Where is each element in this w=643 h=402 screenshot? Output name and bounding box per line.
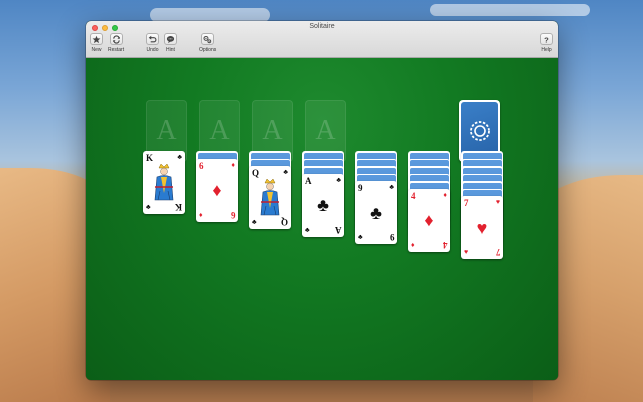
- card-suit-icon: ♦: [199, 211, 203, 219]
- help-icon: ?: [544, 35, 549, 44]
- playing-card[interactable]: 9 ♣ ♣ 9 ♣: [355, 181, 397, 244]
- card-rank: 9: [358, 183, 363, 193]
- card-rank: 7: [495, 247, 501, 257]
- new-tool[interactable]: New: [90, 33, 103, 53]
- queen-figure-icon: [260, 178, 280, 216]
- cloud: [430, 4, 590, 16]
- card-suit-icon: ♦: [231, 161, 235, 169]
- help-button[interactable]: ?: [540, 33, 553, 45]
- card-center-suit-icon: ♣: [317, 195, 329, 215]
- undo-icon: [148, 35, 157, 42]
- playing-card[interactable]: A ♣ ♣ A ♣: [302, 173, 344, 237]
- card-rank: 4: [411, 190, 416, 201]
- card-center-suit-icon: ♥: [476, 217, 488, 238]
- foundation-label: A: [156, 115, 177, 146]
- playing-card[interactable]: 4 ♦ ♦ 4 ♦: [408, 188, 450, 252]
- card-suit-icon: ♣: [358, 234, 363, 241]
- card-center-suit-icon: ♦: [424, 210, 434, 230]
- card-center-suit-icon: ♣: [370, 202, 382, 223]
- hint-button[interactable]: [164, 33, 177, 45]
- playing-card[interactable]: Q ♣ ♣ Q: [249, 166, 291, 229]
- card-rank: 7: [464, 198, 469, 208]
- options-label: Options: [199, 47, 217, 53]
- help-tool[interactable]: ? Help: [540, 33, 553, 53]
- card-suit-icon: ♣: [336, 176, 341, 184]
- window-title: Solitaire: [309, 23, 335, 30]
- help-label: Help: [541, 47, 552, 53]
- solitaire-window: Solitaire New Restart Undo Hint Options …: [86, 21, 558, 380]
- hint-tool[interactable]: Hint: [164, 33, 177, 53]
- card-rank: Q: [280, 217, 288, 227]
- titlebar: Solitaire New Restart Undo Hint Options …: [86, 21, 558, 58]
- undo-button[interactable]: [146, 33, 159, 45]
- undo-tool[interactable]: Undo: [146, 33, 159, 53]
- card-rank: A: [334, 224, 342, 235]
- card-suit-icon: ♥: [495, 199, 500, 206]
- card-back-emblem-icon: [469, 121, 490, 141]
- card-suit-icon: ♣: [177, 154, 182, 161]
- hint-label: Hint: [166, 47, 175, 53]
- card-suit-icon: ♥: [464, 249, 469, 256]
- game-table: A A A A K ♣ ♣ K 6 ♦ ♦ 6 ♦ Q ♣ ♣ Q A ♣ ♣ A ♣ 9 ♣ ♣ 9 ♣ 4 ♦ ♦ 4 ♦ 7 ♥ ♥ 7…: [86, 58, 558, 380]
- card-suit-icon: ♣: [146, 204, 151, 211]
- star-icon: [92, 35, 101, 43]
- card-rank: 6: [199, 160, 204, 171]
- undo-label: Undo: [146, 47, 159, 53]
- foundation-label: A: [315, 115, 336, 146]
- restart-icon: [112, 34, 120, 44]
- new-label: New: [91, 47, 102, 53]
- card-center-suit-icon: ♦: [212, 180, 222, 200]
- card-rank: K: [174, 202, 182, 212]
- restart-button[interactable]: [109, 33, 123, 45]
- foundation-label: A: [209, 115, 230, 146]
- playing-card[interactable]: K ♣ ♣ K: [143, 151, 185, 214]
- options-button[interactable]: [201, 33, 215, 45]
- svg-text:?: ?: [544, 35, 549, 44]
- card-suit-icon: ♣: [252, 219, 257, 226]
- card-suit-icon: ♣: [283, 169, 288, 176]
- card-rank: 4: [442, 239, 448, 250]
- king-figure-icon: [154, 163, 174, 201]
- playing-card[interactable]: 6 ♦ ♦ 6 ♦: [196, 158, 238, 222]
- restart-label: Restart: [108, 47, 125, 53]
- hint-icon: [166, 35, 175, 43]
- new-button[interactable]: [90, 33, 103, 45]
- playing-card[interactable]: 7 ♥ ♥ 7 ♥: [461, 196, 503, 259]
- card-suit-icon: ♣: [389, 184, 394, 191]
- card-suit-icon: ♣: [305, 226, 310, 234]
- card-rank: A: [305, 175, 312, 186]
- options-tool[interactable]: Options: [199, 33, 216, 53]
- card-rank: K: [146, 153, 154, 163]
- card-suit-icon: ♦: [443, 191, 447, 199]
- restart-tool[interactable]: Restart: [108, 33, 124, 53]
- cloud: [150, 8, 270, 22]
- card-rank: Q: [252, 168, 260, 178]
- card-suit-icon: ♦: [411, 241, 415, 249]
- options-icon: [203, 35, 212, 43]
- foundation-label: A: [262, 115, 283, 146]
- card-rank: 6: [230, 209, 236, 220]
- card-rank: 9: [389, 232, 395, 242]
